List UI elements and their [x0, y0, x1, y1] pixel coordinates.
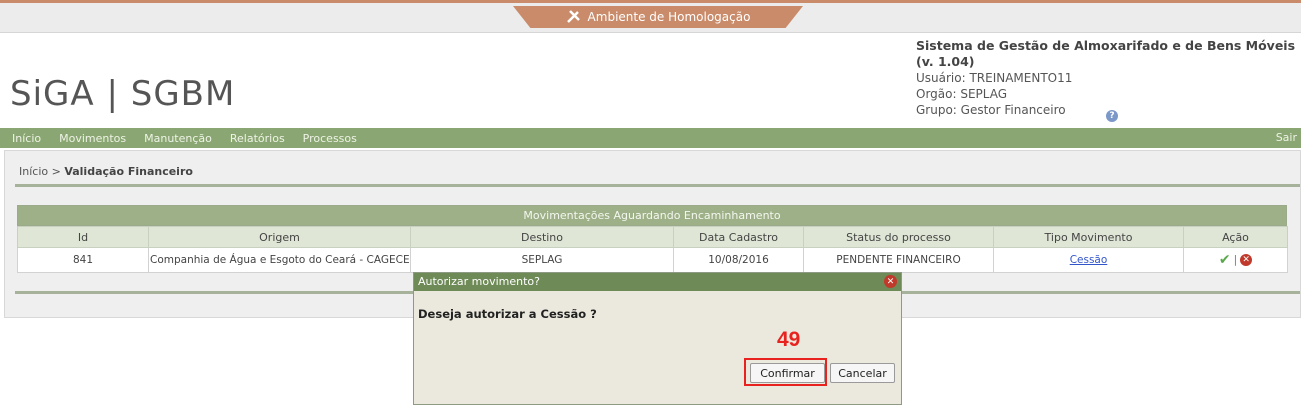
top-strip: Ambiente de Homologação: [0, 0, 1301, 33]
org-label: Orgão: SEPLAG: [916, 87, 1008, 101]
main-nav: Início Movimentos Manutenção Relatórios …: [0, 128, 1301, 148]
close-icon[interactable]: ✕: [884, 275, 897, 288]
tipo-link[interactable]: Cessão: [1070, 254, 1108, 266]
col-header-acao: Ação: [1183, 226, 1288, 248]
nav-item-inicio[interactable]: Início: [0, 132, 50, 145]
cell-status: PENDENTE FINANCEIRO: [803, 247, 994, 273]
table-row: 841 Companhia de Água e Esgoto do Ceará …: [17, 247, 1288, 273]
dialog-message: Deseja autorizar a Cessão ?: [418, 307, 597, 321]
nav-item-processos[interactable]: Processos: [294, 132, 366, 145]
user-label: Usuário: TREINAMENTO11: [916, 71, 1073, 85]
movements-table: Movimentações Aguardando Encaminhamento …: [17, 205, 1288, 273]
col-header-tipo: Tipo Movimento: [993, 226, 1184, 248]
system-title: Sistema de Gestão de Almoxarifado e de B…: [916, 38, 1296, 69]
nav-item-relatorios[interactable]: Relatórios: [221, 132, 294, 145]
table-caption: Movimentações Aguardando Encaminhamento: [17, 205, 1287, 226]
cell-acao: ✔ | ✕: [1183, 247, 1288, 273]
environment-label: Ambiente de Homologação: [587, 10, 751, 24]
cell-destino: SEPLAG: [410, 247, 674, 273]
approve-icon[interactable]: ✔: [1219, 252, 1231, 268]
dialog-title: Autorizar movimento?: [418, 275, 540, 288]
step-number-badge: 49: [777, 328, 801, 351]
col-header-origem: Origem: [148, 226, 411, 248]
reject-icon[interactable]: ✕: [1240, 254, 1253, 266]
cancel-button[interactable]: Cancelar: [830, 363, 895, 383]
help-icon[interactable]: ?: [1106, 110, 1118, 122]
divider: [15, 184, 1300, 187]
cell-tipo: Cessão: [993, 247, 1184, 273]
tools-icon: [566, 8, 582, 27]
dialog-titlebar: Autorizar movimento? ✕: [414, 273, 901, 291]
breadcrumb-home[interactable]: Início: [19, 165, 48, 178]
nav-item-manutencao[interactable]: Manutenção: [135, 132, 221, 145]
col-header-status: Status do processo: [803, 226, 994, 248]
col-header-data: Data Cadastro: [673, 226, 804, 248]
authorize-dialog: Autorizar movimento? ✕ Deseja autorizar …: [413, 272, 902, 405]
col-header-destino: Destino: [410, 226, 674, 248]
logout-link[interactable]: Sair: [1276, 131, 1297, 144]
col-header-id: Id: [17, 226, 149, 248]
system-info: Sistema de Gestão de Almoxarifado e de B…: [916, 38, 1301, 118]
breadcrumb-current: Validação Financeiro: [64, 165, 193, 178]
breadcrumb: Início > Validação Financeiro: [19, 165, 193, 178]
nav-item-movimentos[interactable]: Movimentos: [50, 132, 135, 145]
environment-banner: Ambiente de Homologação: [513, 6, 803, 28]
app-logo: SiGA | SGBM: [10, 74, 236, 114]
cell-origem: Companhia de Água e Esgoto do Ceará - CA…: [148, 247, 411, 273]
cell-data: 10/08/2016: [673, 247, 804, 273]
confirm-button[interactable]: Confirmar: [750, 363, 825, 383]
cell-id: 841: [17, 247, 149, 273]
